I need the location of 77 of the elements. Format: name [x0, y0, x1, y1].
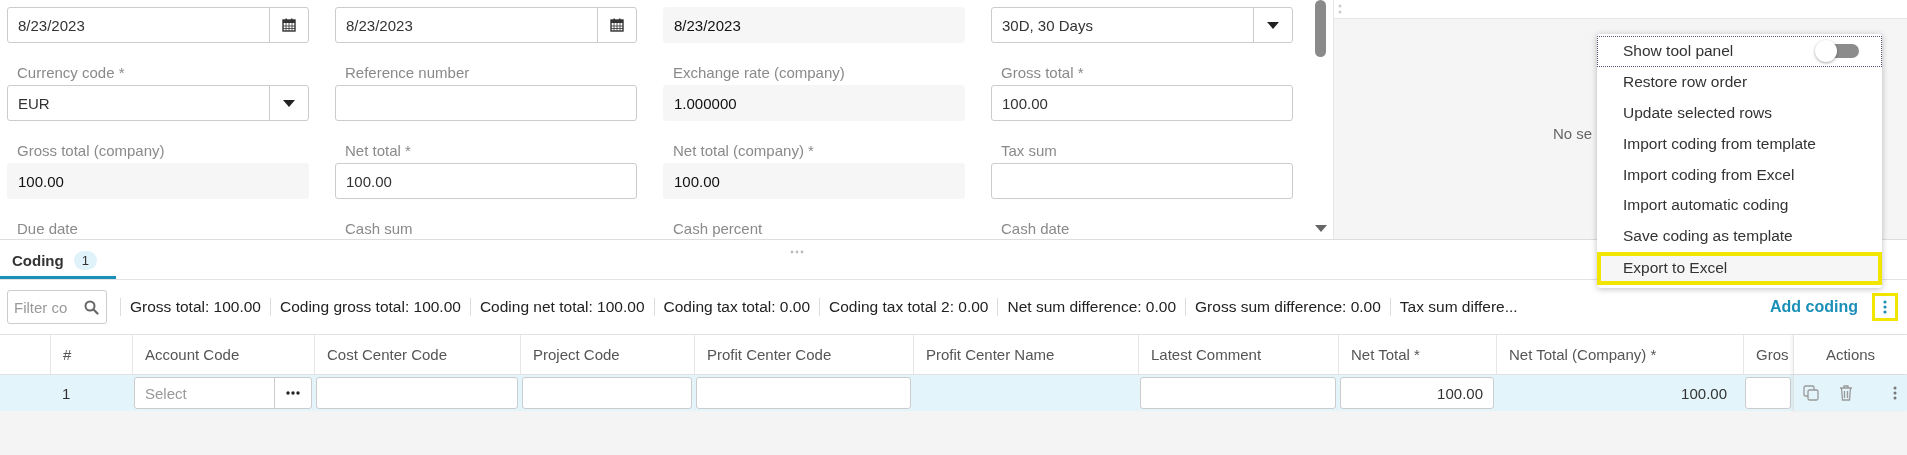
empty-message: No se: [1553, 124, 1593, 142]
menu-item[interactable]: Export to Excel: [1597, 251, 1882, 285]
column-header[interactable]: Cost Center Code: [327, 346, 448, 363]
total-summary: Gross sum difference: 0.00: [1195, 298, 1381, 316]
readonly-field: 1.000000: [663, 85, 965, 121]
total-summary: Coding tax total: 0.00: [663, 298, 811, 316]
input-field[interactable]: [335, 85, 637, 121]
readonly-field: 100.00: [7, 163, 309, 199]
grip-icon[interactable]: [1338, 4, 1342, 14]
kebab-icon[interactable]: [1883, 300, 1887, 314]
column-header[interactable]: Net Total (Company) *: [1509, 346, 1657, 363]
column-header[interactable]: Profit Center Name: [926, 346, 1055, 363]
total-summary: Coding gross total: 100.00: [279, 298, 461, 316]
table-row[interactable]: 1 Select 100.00 100.00: [0, 375, 1907, 411]
cell-input[interactable]: [1140, 377, 1336, 409]
trash-icon[interactable]: [1838, 385, 1853, 401]
input-field[interactable]: 8/23/2023: [7, 7, 309, 43]
column-header[interactable]: Net Total *: [1351, 346, 1420, 363]
cell-input[interactable]: [522, 377, 692, 409]
column-header[interactable]: Gros: [1756, 346, 1789, 363]
field-label: Net total (company) *: [672, 141, 815, 161]
menu-item[interactable]: Restore row order: [1597, 66, 1882, 98]
cell-input[interactable]: 100.00: [1340, 377, 1494, 409]
kebab-icon[interactable]: [1892, 386, 1897, 400]
menu-item[interactable]: Import coding from template: [1597, 128, 1882, 160]
field-label: Gross total (company): [16, 141, 166, 161]
total-summary: Coding net total: 100.00: [479, 298, 645, 316]
field-label: Tax sum: [1000, 141, 1058, 161]
search-icon[interactable]: [84, 299, 99, 315]
field-label: Due date: [16, 219, 79, 239]
copy-icon[interactable]: [1802, 385, 1819, 401]
input-field[interactable]: 8/23/2023: [335, 7, 637, 43]
table-cell: 1: [62, 384, 71, 402]
table-cell-text: 100.00: [1681, 384, 1728, 402]
field-label: Currency code *: [16, 63, 126, 83]
menu-item[interactable]: Show tool panel: [1597, 36, 1882, 67]
add-coding-link[interactable]: Add coding: [1770, 298, 1858, 316]
column-header[interactable]: Actions: [1825, 346, 1876, 363]
cell-input[interactable]: [696, 377, 911, 409]
column-header[interactable]: Account Code: [145, 346, 240, 363]
more-button[interactable]: [1872, 293, 1898, 321]
menu-item[interactable]: Save coding as template: [1597, 220, 1882, 252]
total-summary: Net sum difference: 0.00: [1007, 298, 1177, 316]
column-header[interactable]: #: [63, 346, 72, 363]
calendar-icon[interactable]: [282, 18, 296, 32]
field-label: Reference number: [344, 63, 471, 83]
total-summary: Gross total: 100.00: [130, 298, 261, 316]
field-label: Gross total *: [1000, 63, 1085, 83]
input-field[interactable]: [991, 163, 1293, 199]
menu-item[interactable]: Import coding from Excel: [1597, 159, 1882, 190]
scrollbar-thumb[interactable]: [1315, 0, 1327, 57]
drag-handle-icon[interactable]: [790, 250, 804, 254]
field-label: Cash date: [1000, 219, 1071, 239]
input-field[interactable]: 30D, 30 Days: [991, 7, 1293, 43]
field-label: Cash percent: [672, 219, 764, 239]
total-summary: Coding tax total 2: 0.00: [829, 298, 989, 316]
field-label: Cash sum: [344, 219, 414, 239]
menu-item[interactable]: Import automatic coding: [1597, 190, 1882, 221]
readonly-field: 100.00: [663, 163, 965, 199]
total-summary: Tax sum differe...: [1399, 298, 1518, 316]
column-header[interactable]: Profit Center Code: [707, 346, 832, 363]
field-label: Net total *: [344, 141, 412, 161]
column-header[interactable]: Project Code: [533, 346, 620, 363]
caret-down-icon[interactable]: [283, 99, 295, 107]
field-label: Exchange rate (company): [672, 63, 846, 83]
cell-input[interactable]: [316, 377, 518, 409]
menu-item[interactable]: Update selected rows: [1597, 97, 1882, 129]
input-field[interactable]: 100.00: [991, 85, 1293, 121]
caret-down-icon[interactable]: [1267, 21, 1279, 29]
input-field[interactable]: 100.00: [335, 163, 637, 199]
input-field[interactable]: EUR: [7, 85, 309, 121]
more-icon[interactable]: [286, 391, 300, 395]
scroll-down-icon[interactable]: [1315, 225, 1328, 232]
column-header[interactable]: Latest Comment: [1151, 346, 1262, 363]
cell-input[interactable]: [1745, 377, 1791, 409]
calendar-icon[interactable]: [610, 18, 624, 32]
readonly-field: 8/23/2023: [663, 7, 965, 43]
